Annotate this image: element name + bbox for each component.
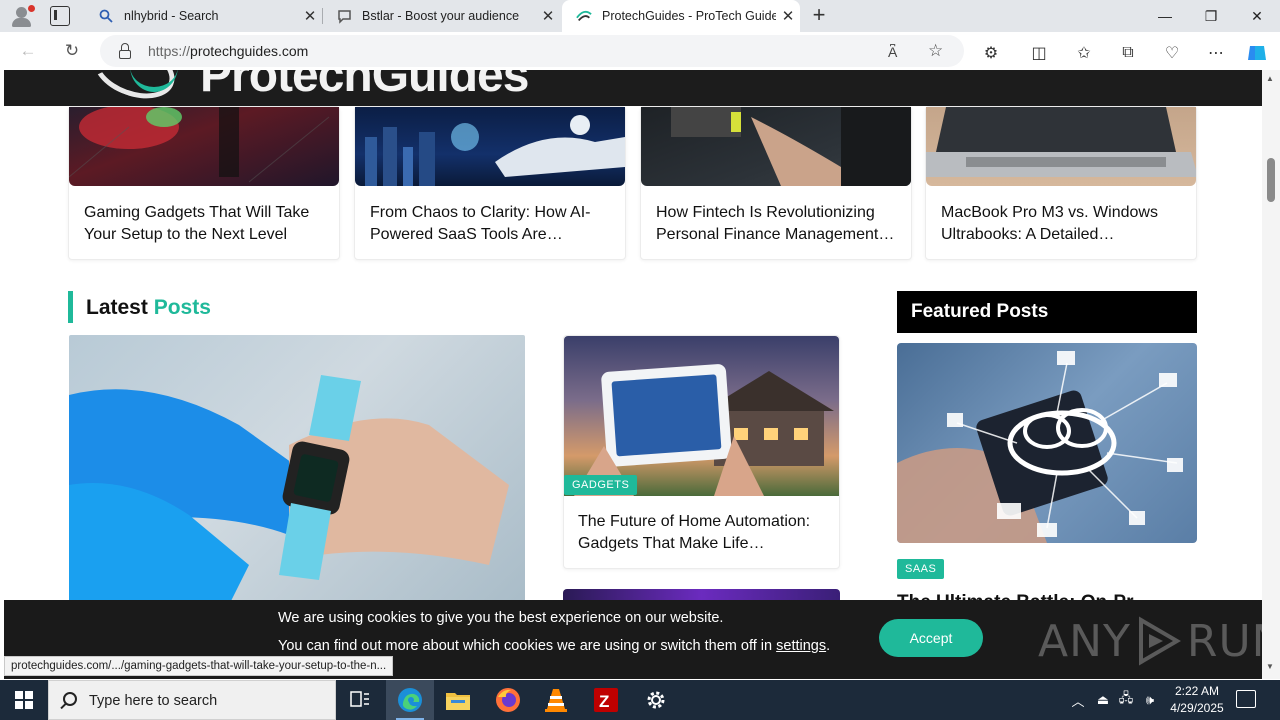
start-button[interactable] xyxy=(0,680,48,720)
featured-posts-heading: Featured Posts xyxy=(897,291,1197,333)
firefox-icon[interactable] xyxy=(484,680,532,720)
url-text[interactable]: https://protechguides.com xyxy=(148,43,308,59)
anyrun-watermark: ANY RUN xyxy=(1038,615,1262,667)
section-accent-bar xyxy=(68,291,73,323)
filezilla-icon[interactable]: Z xyxy=(582,680,630,720)
new-tab-button[interactable]: + xyxy=(808,3,830,29)
favorite-star-icon[interactable]: ☆ xyxy=(928,41,943,61)
back-icon[interactable]: ← xyxy=(16,39,40,63)
extensions-icon[interactable]: ⚙ xyxy=(979,42,1003,64)
protechguides-favicon xyxy=(576,8,592,24)
copilot-icon[interactable] xyxy=(1245,42,1269,64)
post-thumbnail[interactable] xyxy=(641,107,911,186)
close-tab-icon[interactable]: ✕ xyxy=(536,7,560,25)
collections-icon[interactable]: ⧉ xyxy=(1116,42,1140,64)
more-options-icon[interactable]: ⋯ xyxy=(1204,42,1228,64)
link-status-bar: protechguides.com/.../gaming-gadgets-tha… xyxy=(4,656,394,676)
notifications-icon[interactable] xyxy=(1236,690,1256,708)
tab-protechguides[interactable]: ProtechGuides - ProTech Guides: ✕ xyxy=(562,0,800,32)
search-icon xyxy=(63,692,77,706)
taskbar-clock[interactable]: 2:22 AM 4/29/2025 xyxy=(1162,683,1232,717)
cookie-message: We are using cookies to give you the bes… xyxy=(278,610,724,626)
page-viewport: ProtechGuides Gaming Gadgets That Will T… xyxy=(0,70,1262,679)
latest-posts-heading: Latest Posts xyxy=(86,296,211,319)
post-card[interactable]: GADGETS The Future of Home Automation: G… xyxy=(563,335,840,569)
close-tab-icon[interactable]: ✕ xyxy=(298,7,322,25)
tab-nlhybrid-search[interactable]: nlhybrid - Search ✕ xyxy=(84,0,322,32)
post-thumbnail[interactable] xyxy=(926,107,1196,186)
category-badge[interactable]: SAAS xyxy=(897,559,945,579)
tab-title: nlhybrid - Search xyxy=(124,9,219,23)
tab-strip: nlhybrid - Search ✕ Bstlar - Boost your … xyxy=(0,0,1280,32)
usb-device-icon[interactable]: ⏏ xyxy=(1094,680,1112,720)
refresh-icon[interactable]: ↻ xyxy=(60,39,84,63)
page-scrollbar[interactable]: ▲ ▼ xyxy=(1262,70,1280,679)
lock-icon[interactable] xyxy=(118,43,132,59)
post-title[interactable]: The Future of Home Automation: Gadgets T… xyxy=(578,511,828,555)
svg-text:Z: Z xyxy=(599,692,609,711)
settings-gear-icon[interactable] xyxy=(632,680,680,720)
post-card[interactable]: MacBook Pro M3 vs. Windows Ultrabooks: A… xyxy=(925,106,1197,260)
minimize-icon[interactable]: — xyxy=(1142,0,1188,32)
profile-avatar-icon[interactable] xyxy=(10,4,35,28)
tab-actions-icon[interactable] xyxy=(50,6,70,26)
volume-icon[interactable]: 🕪 xyxy=(1140,680,1160,720)
category-badge[interactable]: GADGETS xyxy=(564,475,638,495)
scroll-down-icon[interactable]: ▼ xyxy=(1266,662,1274,671)
show-hidden-icons-chevron-icon[interactable]: ︿ xyxy=(1068,680,1088,720)
split-screen-icon[interactable]: ◫ xyxy=(1027,42,1051,64)
post-title[interactable]: MacBook Pro M3 vs. Windows Ultrabooks: A… xyxy=(941,202,1186,246)
cookie-settings-link[interactable]: settings xyxy=(776,638,826,654)
scrollbar-thumb[interactable] xyxy=(1267,158,1275,202)
network-icon[interactable]: 🖧 xyxy=(1116,680,1136,720)
vlc-icon[interactable] xyxy=(532,680,580,720)
file-explorer-icon[interactable] xyxy=(434,680,482,720)
favorites-icon[interactable]: ✩ xyxy=(1072,42,1096,64)
windows-taskbar: Type here to search Z ︿ ⏏ 🖧 🕪 2:22 AM 4/… xyxy=(0,680,1280,720)
post-card[interactable]: How Fintech Is Revolutionizing Personal … xyxy=(640,106,912,260)
cookie-message-detail: You can find out more about which cookie… xyxy=(278,638,831,654)
scroll-up-icon[interactable]: ▲ xyxy=(1266,74,1274,83)
site-logo[interactable]: ProtechGuides xyxy=(200,70,529,103)
post-thumbnail[interactable] xyxy=(69,107,339,186)
window-close-icon[interactable]: ✕ xyxy=(1234,0,1280,32)
task-view-icon[interactable] xyxy=(336,680,384,720)
post-title[interactable]: From Chaos to Clarity: How AI-Powered Sa… xyxy=(370,202,615,246)
featured-post-image[interactable] xyxy=(897,343,1197,543)
search-icon xyxy=(98,8,114,24)
tab-title: ProtechGuides - ProTech Guides: xyxy=(602,9,776,23)
tab-title: Bstlar - Boost your audience xyxy=(362,9,520,23)
site-header: ProtechGuides xyxy=(4,70,1262,106)
browser-essentials-icon[interactable]: ♡ xyxy=(1160,42,1184,64)
read-aloud-icon[interactable]: A͆ xyxy=(888,44,897,60)
taskbar-search-placeholder: Type here to search xyxy=(89,693,218,709)
restore-icon[interactable]: ❐ xyxy=(1188,0,1234,32)
chat-icon xyxy=(336,8,352,24)
edge-browser-icon[interactable] xyxy=(386,680,434,720)
latest-post-featured-image[interactable] xyxy=(69,335,525,605)
taskbar-search[interactable]: Type here to search xyxy=(48,680,336,720)
close-tab-icon[interactable]: ✕ xyxy=(776,7,800,25)
tab-bstlar[interactable]: Bstlar - Boost your audience ✕ xyxy=(322,0,560,32)
address-bar[interactable]: https://protechguides.com A͆ ☆ xyxy=(100,35,964,67)
post-thumbnail[interactable] xyxy=(564,336,839,496)
cookie-accept-button[interactable]: Accept xyxy=(879,619,983,657)
post-card[interactable]: Gaming Gadgets That Will Take Your Setup… xyxy=(68,106,340,260)
post-title[interactable]: How Fintech Is Revolutionizing Personal … xyxy=(656,202,901,246)
post-card[interactable]: From Chaos to Clarity: How AI-Powered Sa… xyxy=(354,106,626,260)
post-thumbnail[interactable] xyxy=(355,107,625,186)
post-title[interactable]: Gaming Gadgets That Will Take Your Setup… xyxy=(84,202,329,246)
